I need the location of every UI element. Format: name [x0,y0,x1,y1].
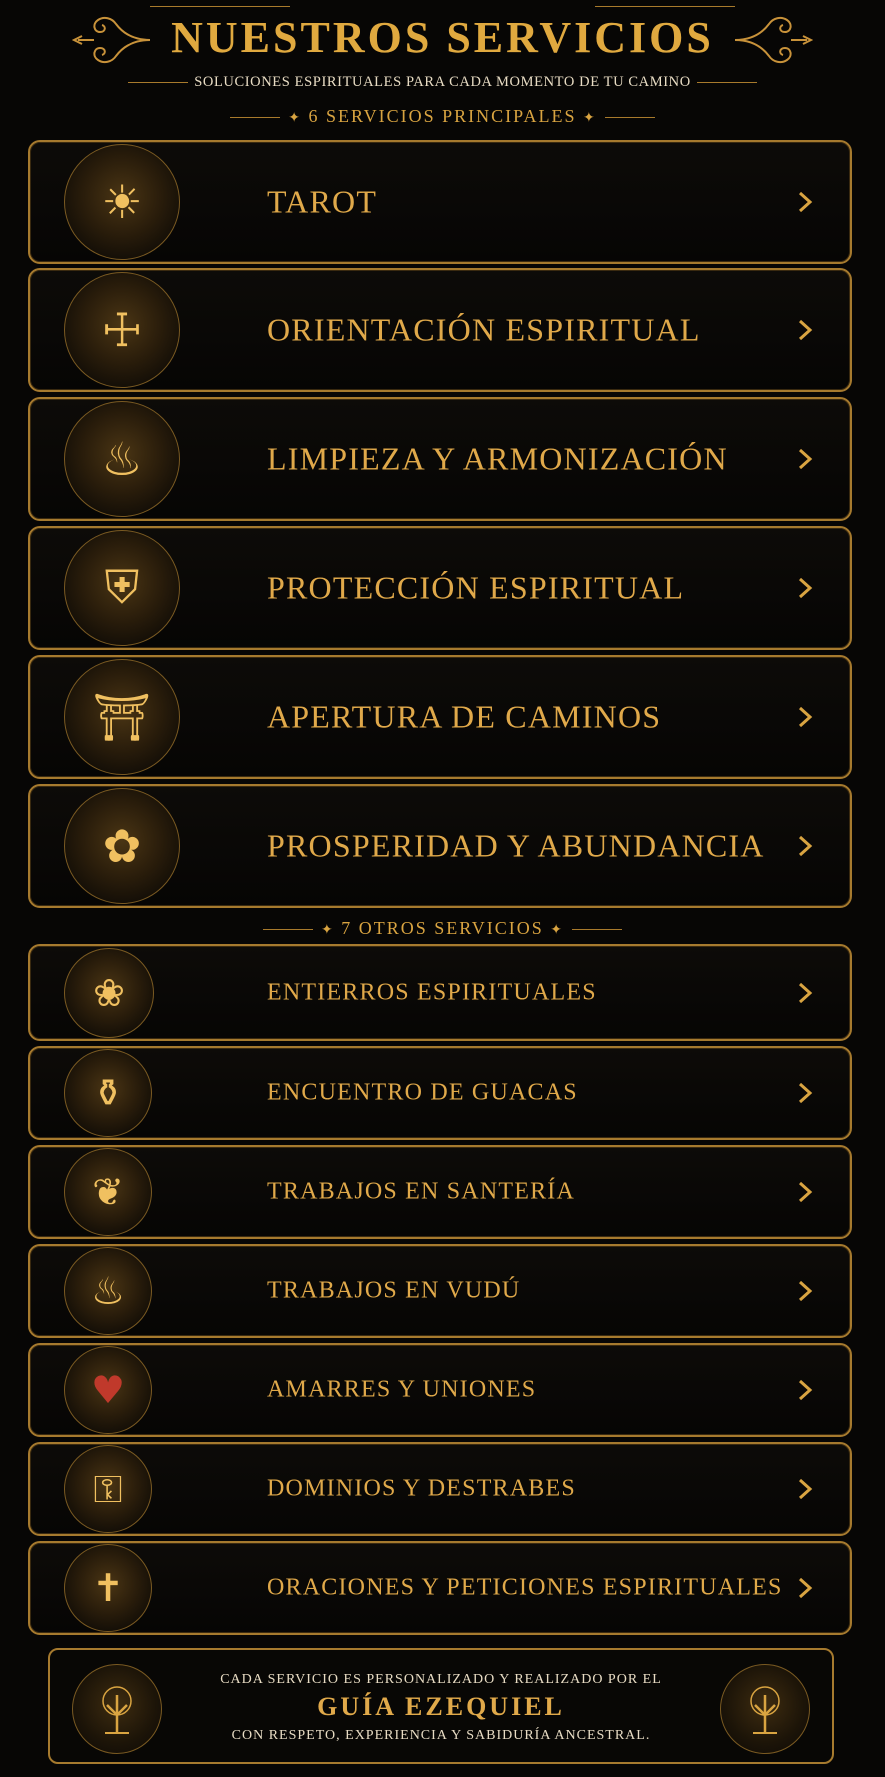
chevron-right-icon [798,1577,813,1599]
service-label: TRABAJOS EN VUDÚ [267,1277,521,1304]
service-label: DOMINIOS Y DESTRABES [267,1475,576,1502]
page-subtitle: SOLUCIONES ESPIRITUALES PARA CADA MOMENT… [0,74,885,91]
chevron-right-icon [798,982,813,1003]
chevron-right-icon [798,1379,813,1401]
service-label: AMARRES Y UNIONES [267,1376,537,1403]
service-label: APERTURA DE CAMINOS [267,698,662,735]
divider [696,82,757,84]
service-card-vudu[interactable]: ♨ TRABAJOS EN VUDÚ [28,1244,852,1338]
service-card-amarres[interactable]: ♥ AMARRES Y UNIONES [28,1343,852,1437]
tree-of-life-icon [720,1664,810,1754]
sparkle-icon: ✦ [288,111,303,126]
service-card-proteccion[interactable]: ⛨ PROTECCIÓN ESPIRITUAL [28,526,852,650]
guide-name: GUÍA EZEQUIEL [317,1692,565,1721]
chevron-right-icon [798,706,813,728]
divider [262,929,313,931]
tarot-cards-icon: ☀ [64,144,180,260]
red-cord-candles-icon: ♥ [64,1346,152,1434]
sparkle-icon: ✦ [320,923,335,938]
service-label: PROTECCIÓN ESPIRITUAL [267,569,685,606]
spiritual-guide-icon: ☩ [64,272,180,388]
subtitle-text: SOLUCIONES ESPIRITUALES PARA CADA MOMENT… [194,74,691,90]
divider [604,117,655,119]
chevron-right-icon [798,835,813,857]
top-rule-left [150,6,290,7]
divider [128,82,189,84]
service-label: TAROT [267,183,378,220]
treasure-jar-icon: ⚱ [64,1049,152,1137]
footer-line-1: CADA SERVICIO ES PERSONALIZADO Y REALIZA… [220,1672,662,1687]
service-card-oraciones[interactable]: ✝ ORACIONES Y PETICIONES ESPIRITUALES [28,1541,852,1635]
chevron-right-icon [798,1280,813,1302]
chevron-right-icon [798,1082,813,1104]
candles-flowers-icon: ❀ [64,947,154,1038]
section-label-main: ✦ 6 SERVICIOS PRINCIPALES ✦ [0,106,885,127]
service-label: ORIENTACIÓN ESPIRITUAL [267,311,701,348]
service-card-dominios[interactable]: ⚿ DOMINIOS Y DESTRABES [28,1442,852,1536]
service-card-prosperidad[interactable]: ✿ PROSPERIDAD Y ABUNDANCIA [28,784,852,908]
chevron-right-icon [798,1181,813,1203]
section-label-other-text: 7 OTROS SERVICIOS [341,918,544,938]
service-label: ENCUENTRO DE GUACAS [267,1079,578,1106]
service-label: ORACIONES Y PETICIONES ESPIRITUALES [267,1574,783,1601]
ritual-bowl-icon: ♨ [64,1247,152,1335]
divider [572,929,623,931]
divider [230,117,281,119]
sparkle-icon: ✦ [550,923,565,938]
service-card-tarot[interactable]: ☀ TAROT [28,140,852,264]
footer-line-2: CON RESPETO, EXPERIENCIA Y SABIDURÍA ANC… [231,1728,651,1743]
guide-footer: CADA SERVICIO ES PERSONALIZADO Y REALIZA… [48,1648,834,1764]
padlock-key-icon: ⚿ [64,1445,152,1533]
service-card-santeria[interactable]: ❦ TRABAJOS EN SANTERÍA [28,1145,852,1239]
service-label: ENTIERROS ESPIRITUALES [267,979,597,1005]
service-label: LIMPIEZA Y ARMONIZACIÓN [267,440,728,477]
section-label-main-text: 6 SERVICIOS PRINCIPALES [308,106,577,126]
chevron-right-icon [798,191,813,213]
service-label: PROSPERIDAD Y ABUNDANCIA [267,827,765,864]
chevron-right-icon [798,577,813,599]
service-card-entierros[interactable]: ❀ ENTIERROS ESPIRITUALES [28,944,852,1041]
service-label: TRABAJOS EN SANTERÍA [267,1178,576,1205]
service-card-apertura[interactable]: ⛩ APERTURA DE CAMINOS [28,655,852,779]
chevron-right-icon [798,319,813,341]
shell-candle-icon: ❦ [64,1148,152,1236]
incense-bowl-icon: ♨ [64,401,180,517]
top-rule-right [595,6,735,7]
service-card-guacas[interactable]: ⚱ ENCUENTRO DE GUACAS [28,1046,852,1140]
angel-shield-icon: ⛨ [64,530,180,646]
chevron-right-icon [798,1478,813,1500]
chevron-right-icon [798,448,813,470]
golden-tree-icon: ✿ [64,788,180,904]
glowing-door-icon: ⛩ [64,659,180,775]
sparkle-icon: ✦ [582,111,597,126]
praying-hands-icon: ✝ [64,1544,152,1632]
flourish-right-icon [734,16,813,64]
service-card-orientacion[interactable]: ☩ ORIENTACIÓN ESPIRITUAL [28,268,852,392]
section-label-other: ✦ 7 OTROS SERVICIOS ✦ [0,918,885,939]
service-card-limpieza[interactable]: ♨ LIMPIEZA Y ARMONIZACIÓN [28,397,852,521]
